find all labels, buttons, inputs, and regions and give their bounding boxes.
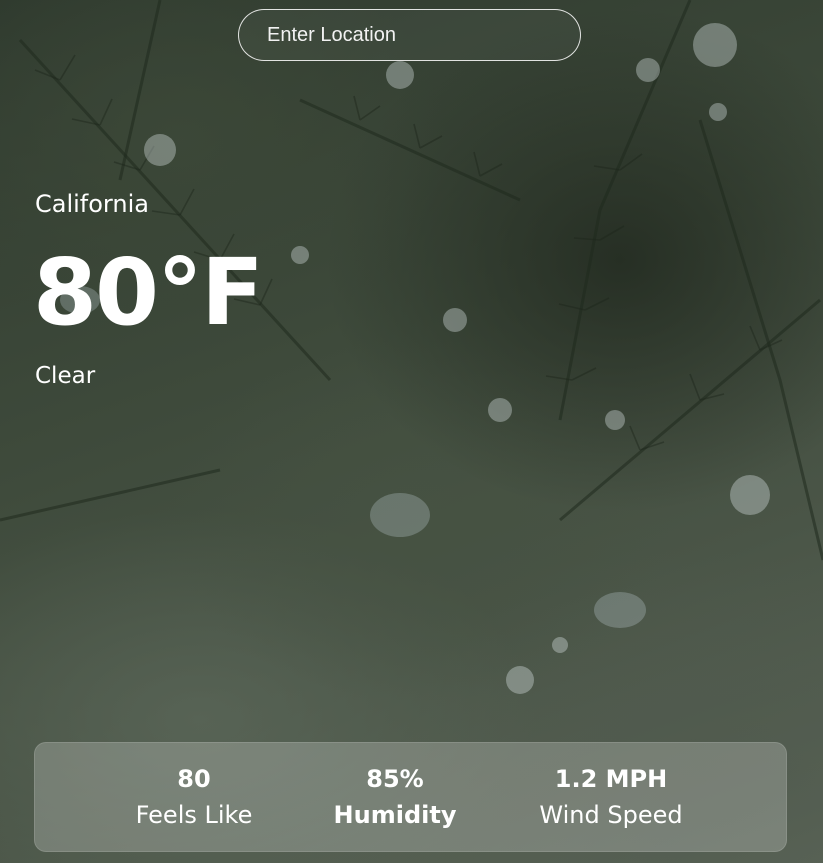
background-image [0, 0, 823, 863]
weather-condition: Clear [35, 363, 96, 389]
feels-like-label: Feels Like [135, 801, 253, 829]
temperature-display: 80°F [33, 239, 264, 346]
location-name: California [35, 190, 149, 218]
feels-like-stat: 80 Feels Like [136, 761, 253, 833]
wind-speed-value: 1.2 MPH [554, 765, 668, 793]
wind-speed-label: Wind Speed [539, 801, 683, 829]
humidity-stat: 85% Humidity [334, 761, 457, 833]
wind-speed-stat: 1.2 MPH Wind Speed [539, 761, 682, 833]
location-search-input[interactable] [238, 9, 581, 61]
feels-like-value: 80 [177, 765, 211, 793]
weather-stats-panel: 80 Feels Like 85% Humidity 1.2 MPH Wind … [34, 742, 787, 852]
humidity-value: 85% [366, 765, 424, 793]
pine-branches-drawing [0, 0, 823, 694]
humidity-label: Humidity [333, 801, 457, 829]
